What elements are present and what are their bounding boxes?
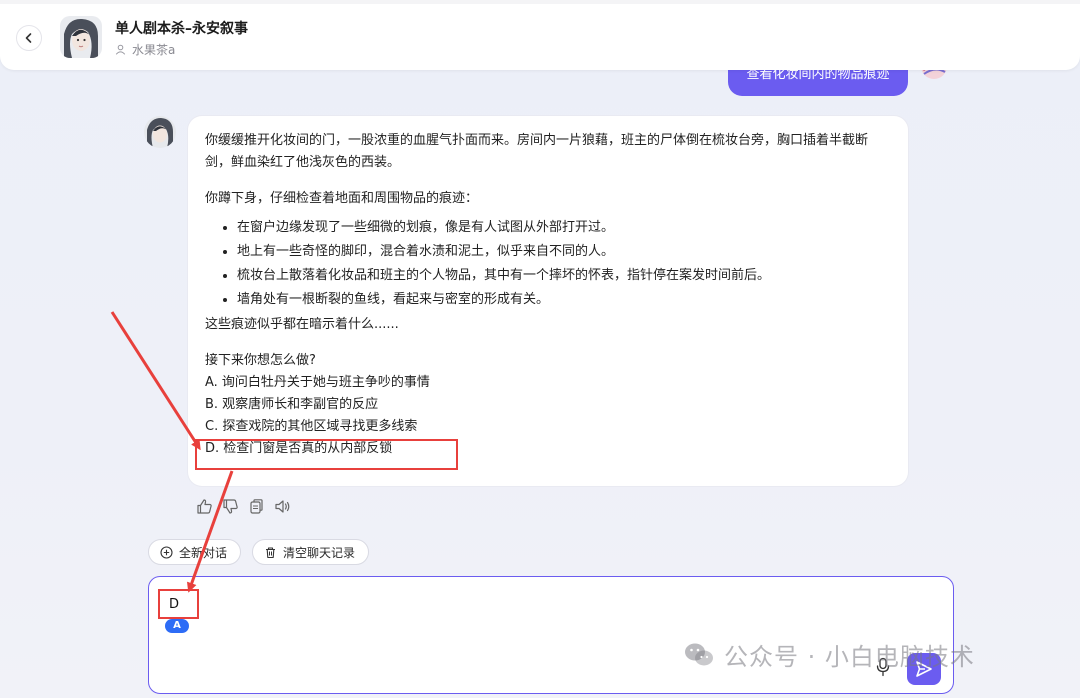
message-actions: [195, 497, 291, 515]
option-a: A. 询问白牡丹关于她与班主争吵的事情: [205, 375, 430, 390]
wechat-icon: [684, 642, 714, 668]
message-input[interactable]: D A: [148, 576, 954, 694]
clear-history-button[interactable]: 清空聊天记录: [252, 539, 369, 565]
annotation-arrow-to-input: [186, 470, 234, 593]
watermark-text: 公众号 · 小白电脑技术: [724, 643, 975, 671]
clue-item: 地上有一些奇怪的脚印，混合着水渍和泥土，似乎来自不同的人。: [237, 240, 892, 264]
top-divider: [0, 0, 1080, 4]
annotation-arrow-to-option: [110, 311, 201, 451]
next-step-prompt: 接下来你想怎么做?: [205, 353, 316, 368]
story-avatar[interactable]: [60, 16, 102, 58]
new-chat-label: 全新对话: [179, 545, 228, 560]
clue-list: 在窗户边缘发现了一些细微的划痕，像是有人试图从外部打开过。 地上有一些奇怪的脚印…: [205, 216, 892, 312]
copy-icon[interactable]: [247, 497, 265, 515]
author-line: 水果茶a: [115, 41, 175, 58]
clue-item: 梳妆台上散落着化妆品和班主的个人物品，其中有一个摔坏的怀表，指针停在案发时间前后…: [237, 264, 892, 288]
new-chat-button[interactable]: 全新对话: [148, 539, 241, 565]
thumbs-down-icon[interactable]: [221, 497, 239, 515]
back-button[interactable]: [16, 25, 42, 51]
user-icon: [115, 44, 126, 55]
clear-history-label: 清空聊天记录: [283, 545, 356, 560]
story-paragraph-3: 这些痕迹似乎都在暗示着什么......: [205, 317, 399, 332]
speaker-icon[interactable]: [273, 497, 291, 515]
clue-item: 墙角处有一根断裂的鱼线，看起来与密室的形成有关。: [237, 288, 892, 312]
input-mode-badge[interactable]: A: [165, 619, 189, 633]
bot-message-bubble: 你缓缓推开化妆间的门，一股浓重的血腥气扑面而来。房间内一片狼藉，班主的尸体倒在梳…: [188, 116, 908, 486]
story-title: 单人剧本杀–永安叙事: [115, 21, 248, 37]
option-b: B. 观察唐师长和李副官的反应: [205, 397, 379, 412]
bot-avatar: [144, 116, 176, 148]
watermark: 公众号 · 小白电脑技术: [684, 637, 975, 672]
option-c: C. 探查戏院的其他区域寻找更多线索: [205, 419, 418, 434]
story-paragraph-2: 你蹲下身，仔细检查着地面和周围物品的痕迹：: [205, 191, 479, 206]
highlight-box-input: [158, 589, 199, 619]
chat-header: 单人剧本杀–永安叙事 水果茶a: [0, 0, 1080, 70]
story-paragraph-1: 你缓缓推开化妆间的门，一股浓重的血腥气扑面而来。房间内一片狼藉，班主的尸体倒在梳…: [205, 133, 869, 170]
trash-icon: [264, 546, 277, 559]
clue-item: 在窗户边缘发现了一些细微的划痕，像是有人试图从外部打开过。: [237, 216, 892, 240]
highlight-box-option-d: [195, 439, 458, 470]
thumbs-up-icon[interactable]: [195, 497, 213, 515]
chevron-left-icon: [25, 33, 32, 43]
author-name: 水果茶a: [132, 43, 176, 57]
plus-circle-icon: [160, 545, 173, 559]
